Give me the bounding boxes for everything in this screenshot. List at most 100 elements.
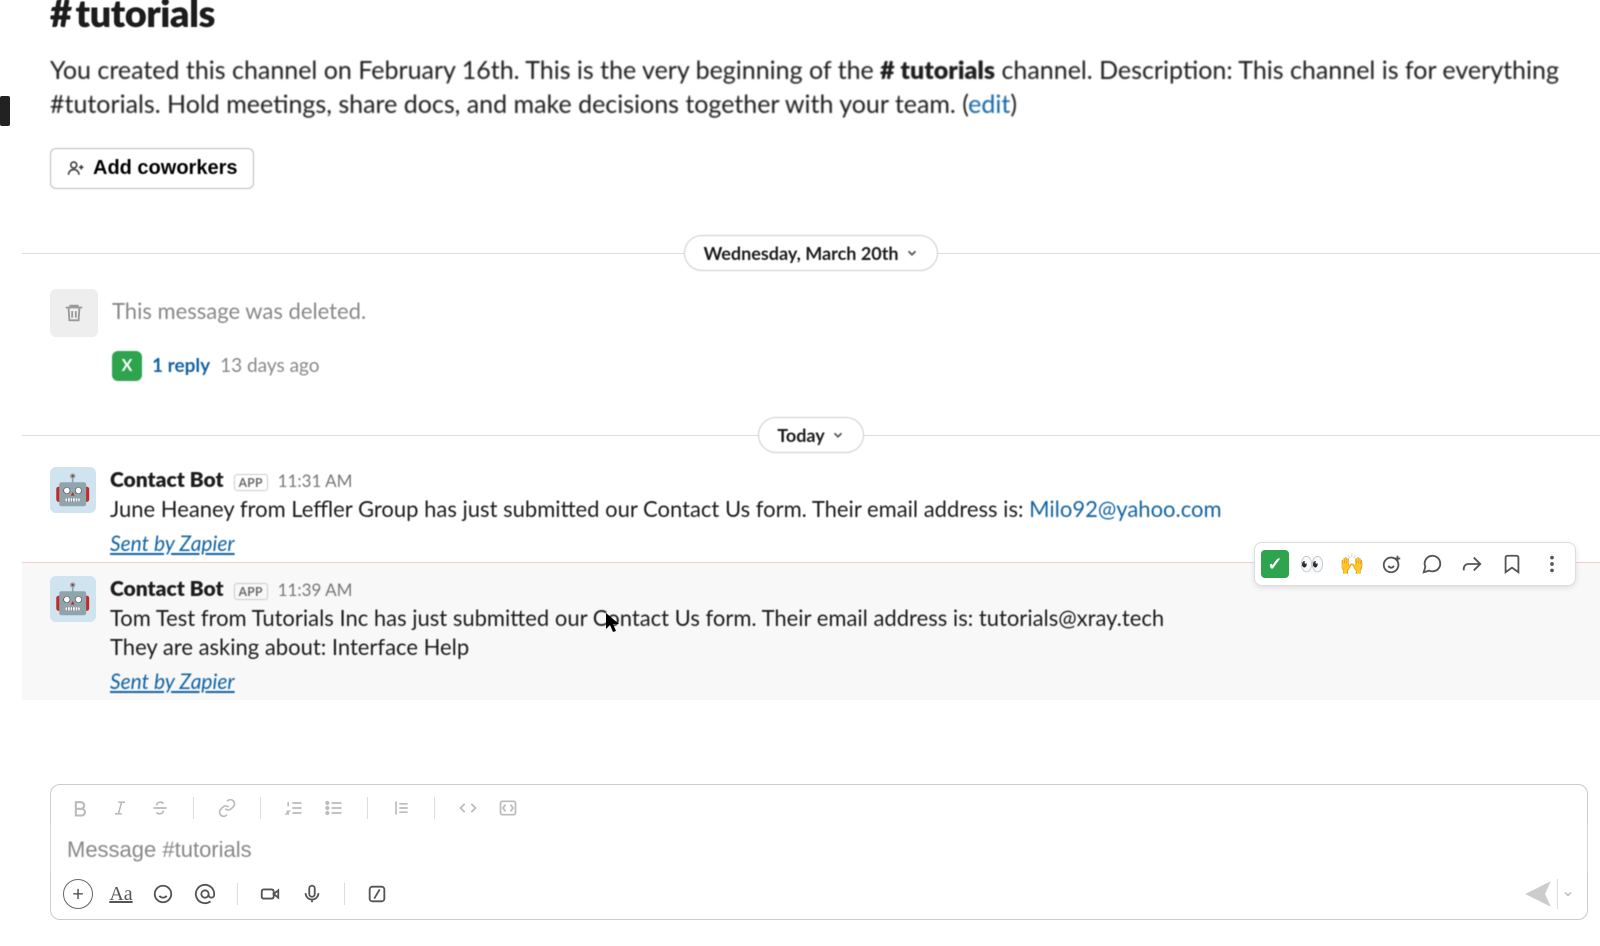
hash-icon: # [50,0,72,36]
toolbar-separator [260,797,261,819]
message-header: Contact Bot APP 11:39 AM [110,576,1164,601]
add-coworkers-button[interactable]: Add coworkers [50,148,254,189]
code-block-button[interactable] [493,793,523,823]
close-paren: ) [1010,89,1017,119]
add-reaction-button[interactable] [1375,547,1409,581]
sent-by-zapier-link[interactable]: Sent by Zapier [110,669,1164,694]
reaction-raised-hands-button[interactable]: 🙌 [1335,547,1369,581]
message-hover-toolbar: ✓ 👀 🙌 [1254,542,1576,586]
message-author[interactable]: Contact Bot [110,576,224,601]
toolbar-separator [434,797,435,819]
attach-button[interactable]: + [63,879,93,909]
app-badge: APP [234,583,268,600]
blockquote-icon [391,798,411,818]
message-content: Contact Bot APP 11:31 AM June Heaney fro… [110,467,1222,556]
date-label: Wednesday, March 20th [703,242,898,264]
chevron-down-icon [1562,888,1574,900]
formatting-toggle-button[interactable]: Aa [107,880,135,908]
body-line-2: They are asking about: Interface Help [110,633,469,660]
audio-clip-button[interactable] [298,880,326,908]
toolbar-separator [344,883,345,905]
add-coworkers-label: Add coworkers [93,157,237,180]
add-person-icon [67,159,85,177]
date-pill[interactable]: Wednesday, March 20th [684,235,937,271]
send-icon [1521,877,1555,911]
microphone-icon [301,883,323,905]
body-line-1: Tom Test from Tutorials Inc has just sub… [110,604,1164,631]
bookmark-icon [1501,553,1523,575]
ordered-list-icon [284,798,304,818]
send-options-button[interactable] [1557,879,1577,909]
bold-icon [70,798,90,818]
reply-count: 1 reply [152,354,210,377]
italic-button[interactable] [105,793,135,823]
formatting-toolbar [51,785,1587,823]
channel-title: # tutorials [50,0,1572,36]
bot-avatar: 🤖 [50,576,96,622]
message-body: June Heaney from Leffler Group has just … [110,494,1222,523]
chevron-down-icon [831,428,845,442]
strikethrough-button[interactable] [145,793,175,823]
toolbar-separator [367,797,368,819]
message-header: Contact Bot APP 11:31 AM [110,467,1222,492]
date-divider: Wednesday, March 20th [22,235,1600,271]
email-link[interactable]: Milo92@yahoo.com [1029,495,1221,522]
body-text: June Heaney from Leffler Group has just … [110,495,1029,522]
date-pill-today[interactable]: Today [758,417,864,453]
message-input[interactable] [51,823,1587,873]
link-icon [217,798,237,818]
sent-by-zapier-link[interactable]: Sent by Zapier [110,531,1222,556]
intro-text-before: You created this channel on February 16t… [50,55,880,85]
channel-intro: # tutorials You created this channel on … [22,0,1600,189]
message-row-hovered[interactable]: 🤖 Contact Bot APP 11:39 AM Tom Test from… [22,562,1600,700]
message-timestamp[interactable]: 11:31 AM [278,470,353,491]
mention-button[interactable] [191,880,219,908]
message-timestamp[interactable]: 11:39 AM [278,579,353,600]
channel-ref: # tutorials [880,55,995,85]
code-block-icon [498,798,518,818]
code-icon [458,798,478,818]
video-clip-button[interactable] [256,880,284,908]
aa-icon: Aa [109,883,132,906]
bullet-list-button[interactable] [319,793,349,823]
reaction-eyes-button[interactable]: 👀 [1295,547,1329,581]
message-content: Contact Bot APP 11:39 AM Tom Test from T… [110,576,1164,694]
reaction-check-button[interactable]: ✓ [1261,550,1289,578]
thread-summary[interactable]: X 1 reply 13 days ago [112,351,1600,381]
send-area [1521,879,1577,909]
share-message-button[interactable] [1455,547,1489,581]
code-button[interactable] [453,793,483,823]
italic-icon [110,798,130,818]
link-button[interactable] [212,793,242,823]
reply-thread-button[interactable] [1415,547,1449,581]
app-badge: APP [234,474,268,491]
reply-age: 13 days ago [220,354,319,377]
toolbar-separator [193,797,194,819]
send-button[interactable] [1521,879,1555,909]
emoji-button[interactable] [149,880,177,908]
toolbar-separator [237,883,238,905]
bookmark-button[interactable] [1495,547,1529,581]
deleted-message-row: This message was deleted. [22,271,1600,337]
channel-name: tutorials [76,0,215,36]
channel-description: You created this channel on February 16t… [50,54,1572,122]
shortcuts-button[interactable] [363,880,391,908]
bold-button[interactable] [65,793,95,823]
kebab-icon [1541,553,1563,575]
message-author[interactable]: Contact Bot [110,467,224,492]
thread-icon [1421,553,1443,575]
thread-avatar: X [112,351,142,381]
bullet-list-icon [324,798,344,818]
trash-icon [63,302,85,324]
smile-icon [152,883,174,905]
share-arrow-icon [1461,553,1483,575]
composer-wrap: + Aa [50,784,1588,920]
slash-box-icon [366,883,388,905]
edit-description-link[interactable]: edit [968,89,1010,119]
at-icon [194,883,216,905]
composer-left-actions: + Aa [63,879,391,909]
more-actions-button[interactable] [1535,547,1569,581]
blockquote-button[interactable] [386,793,416,823]
ordered-list-button[interactable] [279,793,309,823]
date-divider-today: Today [22,417,1600,453]
